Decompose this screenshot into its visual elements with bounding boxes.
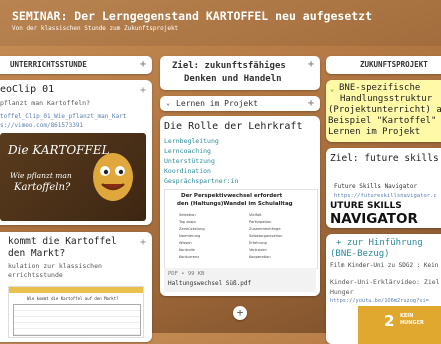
- badge-line1: KEIN: [400, 313, 414, 319]
- post-line: BNE-spezifische: [339, 83, 421, 93]
- post-title-line1: + zur Hinführung: [336, 238, 423, 248]
- pdf-right-term: Vertrauen: [249, 248, 267, 252]
- pdf-right-term: Partizipation: [249, 220, 272, 224]
- post-subtitle: Film Kinder-Uni zu SDG2 : Kein: [330, 262, 439, 269]
- video-url-link[interactable]: https://youtu.be/1O6m2ruzog?si=: [330, 298, 429, 304]
- pdf-left-term: Konkurrenz: [179, 255, 200, 259]
- board-title: SEMINAR: Der Lerngegenstand KARTOFFEL ne…: [12, 9, 373, 23]
- sdg2-badge[interactable]: 2 KEIN HUNGER: [358, 306, 441, 344]
- document-preview[interactable]: Wie kommt die Kartoffel auf den Markt?: [8, 286, 144, 338]
- post-menu-icon[interactable]: +: [140, 238, 146, 248]
- role-line: Lernbegleitung: [164, 137, 219, 145]
- post-subtitle-line2: errichtsstunde: [8, 271, 63, 279]
- post-subtitle-line1: kulation zur klassischen: [8, 262, 102, 270]
- link-url[interactable]: https://futureskillsnavigator.c: [334, 193, 437, 199]
- post-menu-icon[interactable]: +: [140, 86, 146, 96]
- post-videoclip[interactable]: eoClip 01 + pflanzt man Kartoffeln? toff…: [0, 80, 152, 225]
- pdf-left-term: Normierung: [179, 234, 201, 238]
- role-line: Unterstützung: [164, 157, 215, 165]
- file-name: Haltungswechsel Süß.pdf: [168, 280, 252, 287]
- post-title-line2: den Markt?: [8, 248, 66, 259]
- post-title: Ziel: future skills: [330, 153, 439, 164]
- doc-top-bar: [9, 287, 143, 293]
- thumbnail-question-1: Wie pflanzt man: [10, 171, 72, 180]
- post-title: Die Rolle der Lehrkraft: [164, 121, 303, 132]
- thumbnail-question-2: Kartoffeln?: [14, 182, 71, 193]
- pdf-right-term: Vielfalt: [249, 213, 262, 217]
- role-line: Gesprächspartner:in: [164, 177, 239, 185]
- section-label: Lernen im Projekt: [176, 99, 258, 108]
- potato-mascot-icon: [93, 153, 133, 201]
- logo-text-bottom: NAVIGATOR: [330, 211, 418, 227]
- column-title-line1: Ziel: zukunftsfähiges: [172, 61, 286, 71]
- add-post-icon[interactable]: +: [140, 60, 146, 70]
- post-bne-handlungsstruktur[interactable]: ⌄ BNE-spezifische Handlungsstruktur (Pro…: [326, 80, 441, 142]
- column-header-ziel[interactable]: Ziel: zukunftsfähiges Denken und Handeln…: [160, 56, 320, 90]
- pdf-left-term: Top down: [179, 220, 196, 224]
- pdf-doc-title-1: Der Perspektivwechsel erfordert: [181, 193, 283, 199]
- post-description-1: Kinder-Uni-Erklärvideo: Ziel: [330, 278, 440, 286]
- doc-table: [13, 304, 141, 336]
- file-meta: PDF • 99 KB: [168, 271, 205, 277]
- post-line: Lernen im Projekt: [328, 127, 421, 137]
- pdf-right-term: Zusammenhänge: [249, 227, 281, 231]
- video-file-link[interactable]: toffel_Clip_01_Wie_pflanzt_man_Kart: [0, 113, 126, 120]
- pdf-right-term: Erfahrung: [249, 241, 267, 245]
- post-title-line2: (BNE-Bezug): [330, 249, 390, 259]
- post-subtitle: pflanzt man Kartoffeln?: [0, 99, 91, 107]
- link-title[interactable]: Future Skills Navigator: [334, 183, 417, 190]
- post-line: (Projektunterricht) a: [328, 105, 441, 115]
- column-title: ZUKUNFTSPROJEKT: [360, 60, 428, 69]
- pdf-right-term: Kooperation: [249, 255, 271, 259]
- board-subtitle: Von der klassischen Stunde zum Zukunftsp…: [12, 25, 179, 32]
- pdf-doc-title-2: den (Haltungs)Wandel im Schulalltag: [177, 201, 293, 207]
- pdf-left-term: Zerstückelung: [179, 227, 205, 231]
- add-post-button[interactable]: +: [233, 306, 247, 320]
- pdf-left-term: Wissen: [179, 241, 192, 245]
- post-line: Handlungsstruktur: [340, 94, 433, 104]
- post-line: Beispiel "Kartoffel": [328, 116, 437, 126]
- expand-chevron-icon[interactable]: ⌄: [330, 85, 334, 93]
- pdf-right-term: Selbstorganisation: [249, 234, 283, 238]
- video-thumbnail[interactable]: Die KARTOFFEL Wie pflanzt man Kartoffeln…: [0, 133, 146, 221]
- post-rolle-lehrkraft[interactable]: Die Rolle der Lehrkraft Lernbegleitung L…: [160, 116, 320, 296]
- post-description-2: Hunger: [330, 288, 354, 296]
- board-header: SEMINAR: Der Lerngegenstand KARTOFFEL ne…: [0, 0, 441, 46]
- post-future-skills[interactable]: Ziel: future skills Future Skills Naviga…: [326, 148, 441, 228]
- role-line: Koordination: [164, 167, 211, 175]
- badge-number: 2: [384, 312, 395, 330]
- logo-text-top: UTURE SKILLS: [330, 201, 402, 211]
- add-post-icon[interactable]: +: [308, 60, 314, 70]
- post-title: eoClip 01: [0, 84, 55, 95]
- doc-header: Wie kommt die Kartoffel auf den Markt?: [27, 296, 119, 301]
- column-title-line2: Denken und Handeln: [184, 74, 282, 84]
- section-add-icon[interactable]: +: [308, 99, 314, 109]
- badge-line2: HUNGER: [400, 320, 424, 326]
- pdf-left-term: Selektion: [179, 213, 196, 217]
- pdf-left-term: Kontrolle: [179, 248, 195, 252]
- column-header-unterrichtsstunde[interactable]: UNTERRICHTSSTUNDE +: [0, 56, 152, 74]
- column-header-zukunftsprojekt[interactable]: ZUKUNFTSPROJEKT: [326, 56, 441, 74]
- post-title-line1: kommt die Kartoffel: [8, 236, 117, 247]
- column-title: UNTERRICHTSSTUNDE: [10, 60, 87, 69]
- post-markt[interactable]: kommt die Kartoffel den Markt? + kulatio…: [0, 232, 152, 342]
- section-chevron-icon[interactable]: ⌄: [166, 99, 170, 107]
- video-url-link[interactable]: s://vimeo.com/861573391: [0, 122, 83, 129]
- role-line: Lerncoaching: [164, 147, 211, 155]
- section-lernen-im-projekt[interactable]: ⌄ Lernen im Projekt +: [160, 96, 320, 111]
- post-hinfuehrung[interactable]: + zur Hinführung (BNE-Bezug) Film Kinder…: [326, 234, 441, 344]
- file-info-bar[interactable]: PDF • 99 KB Haltungswechsel Süß.pdf: [164, 268, 316, 292]
- pdf-preview[interactable]: Der Perspektivwechsel erfordert den (Hal…: [164, 189, 318, 269]
